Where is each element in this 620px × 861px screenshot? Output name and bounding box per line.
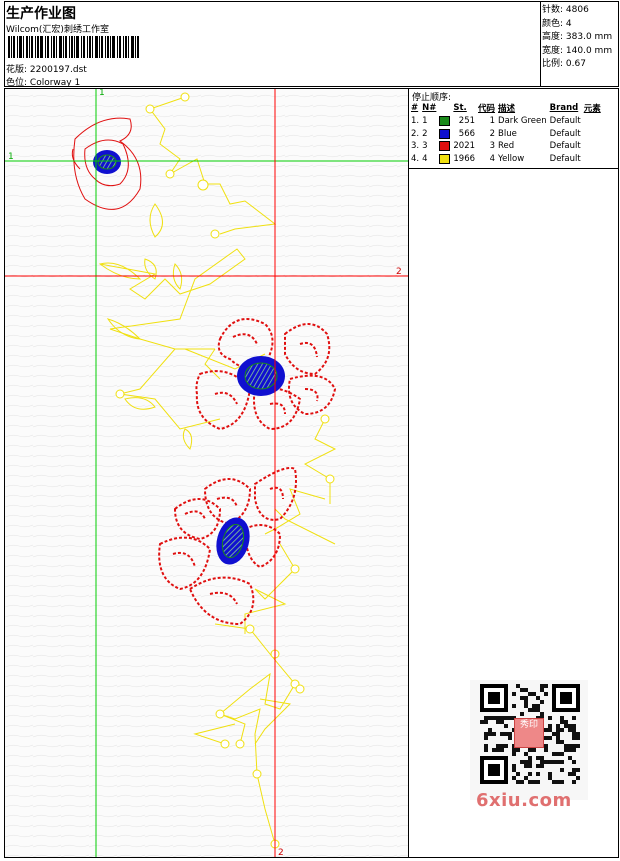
col-n: N#: [422, 103, 437, 113]
col-hash: #: [411, 103, 419, 113]
row-stitches: 566: [458, 128, 476, 139]
row-element: [584, 115, 604, 128]
col-code: 代码: [478, 104, 496, 114]
row-code: 4: [489, 153, 496, 164]
row-brand: Default: [549, 116, 581, 127]
table-header-row: # N# St. 代码 描述 Brand 元素: [411, 102, 604, 115]
design-canvas: 1 1 2 2: [4, 88, 409, 858]
row-num: 1.: [411, 116, 420, 127]
row-swatch: [439, 153, 453, 166]
row-element: [584, 128, 604, 141]
table-row: 1. 1 251 1 Dark Green Default: [411, 115, 604, 128]
row-stitches: 2021: [453, 141, 476, 152]
row-n: 3: [422, 141, 428, 152]
header-frame: [4, 1, 541, 87]
embroidery-preview: [5, 89, 408, 857]
row-n: 1: [422, 116, 428, 127]
col-brand: Brand: [549, 103, 579, 113]
stop-table-divider: [409, 168, 619, 169]
top-flower-green-center: [97, 154, 117, 170]
row-desc: Blue: [498, 128, 517, 139]
color-swatch: [439, 116, 451, 126]
row-element: [584, 153, 604, 166]
row-code: 1: [489, 116, 496, 127]
table-row: 3. 3 2021 3 Red Default: [411, 140, 604, 153]
table-row: 2. 2 566 2 Blue Default: [411, 128, 604, 141]
stitches-row: 针数: 4806: [542, 5, 589, 15]
col-swatch: [439, 102, 453, 115]
scale-row: 比例: 0.67: [542, 59, 586, 69]
colors-row: 颜色: 4: [542, 18, 572, 29]
col-desc: 描述: [498, 104, 516, 114]
row-desc: Red: [498, 141, 515, 152]
thread-color-table: # N# St. 代码 描述 Brand 元素 1. 1 251 1 Dark Gree…: [411, 102, 604, 165]
row-n: 2: [422, 128, 428, 139]
row-brand: Default: [549, 153, 581, 164]
design-stats: 针数: 4806 颜色: 4 高度: 383.0 mm 宽度: 140.0 mm…: [542, 4, 612, 72]
row-code: 3: [489, 141, 496, 152]
row-swatch: [439, 140, 453, 153]
row-num: 2.: [411, 128, 420, 139]
row-brand: Default: [549, 141, 581, 152]
row-num: 4.: [411, 153, 420, 164]
row-brand: Default: [549, 128, 581, 139]
row-desc: Yellow: [498, 153, 525, 164]
color-swatch: [439, 141, 451, 151]
guide-label-v1: 1: [99, 88, 105, 98]
qr-stamp: 秀印: [514, 718, 544, 748]
watermark-text: 6xiu.com: [476, 790, 572, 811]
guide-label-h2: 2: [396, 267, 402, 277]
color-swatch: [439, 128, 451, 139]
col-stitches: St.: [453, 103, 467, 113]
col-element: 元素: [583, 104, 601, 114]
table-row: 4. 4 1966 4 Yellow Default: [411, 153, 604, 166]
row-element: [584, 140, 604, 153]
row-swatch: [439, 128, 453, 141]
color-swatch: [439, 153, 451, 164]
width-row: 宽度: 140.0 mm: [542, 45, 613, 56]
row-swatch: [439, 115, 453, 128]
row-code: 2: [489, 128, 496, 139]
row-stitches: 1966: [453, 153, 476, 164]
row-stitches: 251: [458, 116, 476, 127]
height-row: 高度: 383.0 mm: [542, 32, 613, 42]
row-num: 3.: [411, 141, 420, 152]
guide-label-h1: 1: [8, 152, 14, 162]
middle-flower-green-center: [244, 362, 278, 390]
row-desc: Dark Green: [498, 116, 547, 127]
qr-code: 秀印: [470, 680, 588, 800]
guide-label-v2: 2: [278, 848, 284, 858]
row-n: 4: [422, 153, 428, 164]
